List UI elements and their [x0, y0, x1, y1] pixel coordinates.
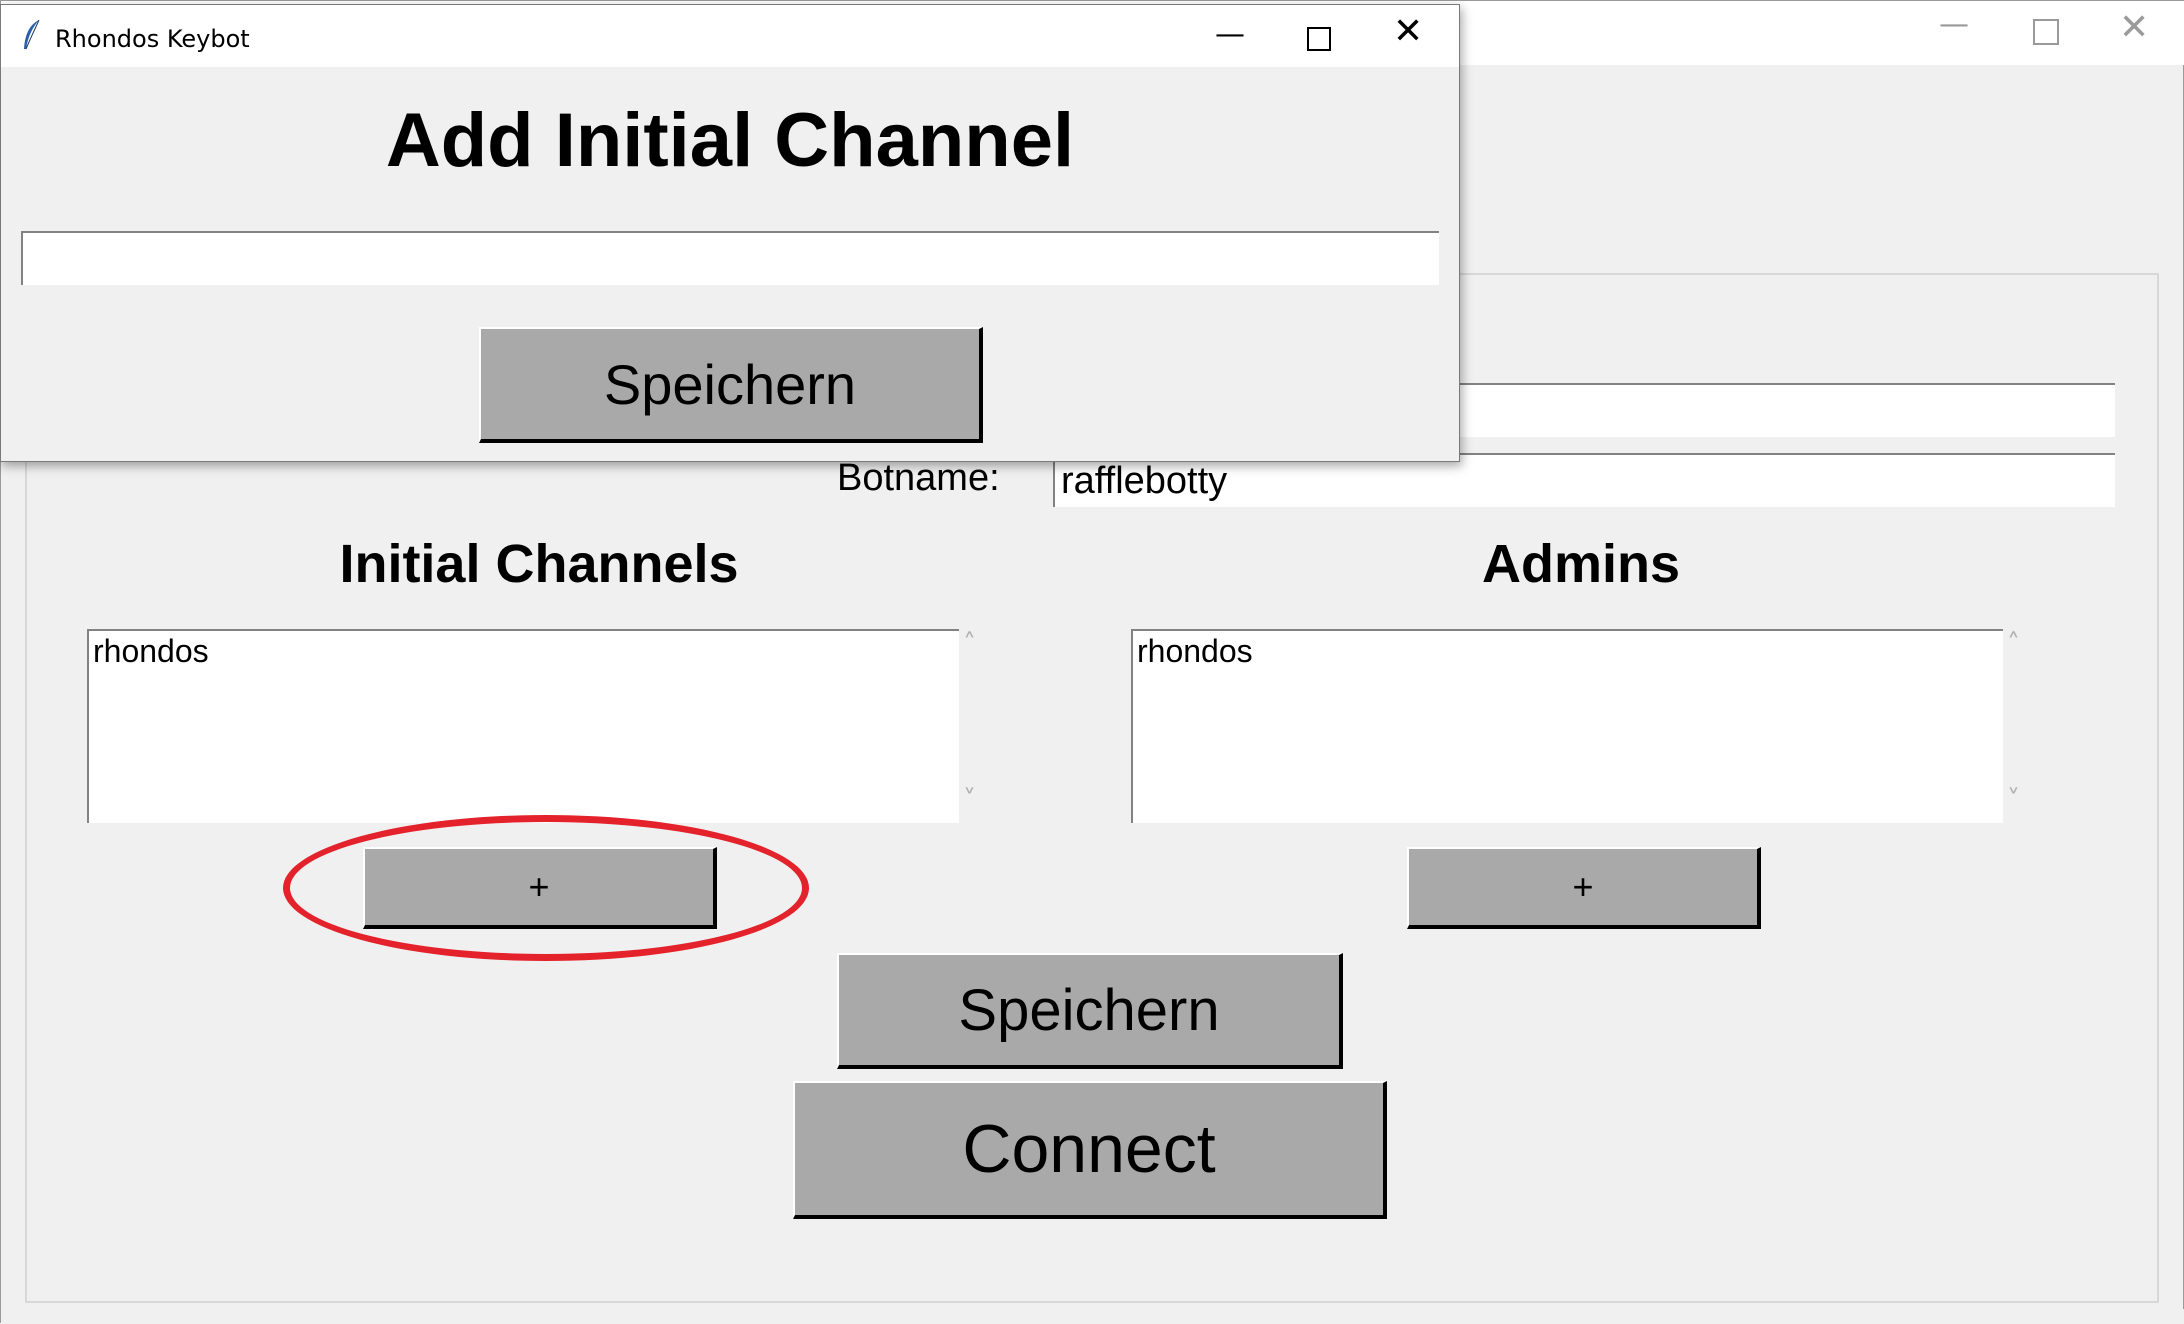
save-button[interactable]: Speichern: [837, 953, 1343, 1069]
main-maximize-button[interactable]: [2033, 19, 2059, 45]
scroll-up-icon[interactable]: ˄: [963, 629, 976, 659]
bottom-strip: [1, 1309, 2184, 1324]
dialog-close-button[interactable]: ✕: [1393, 11, 1423, 52]
initial-channels-heading: Initial Channels: [339, 534, 739, 594]
dialog-maximize-button[interactable]: [1307, 27, 1331, 51]
dialog-heading: Add Initial Channel: [385, 98, 1075, 183]
main-minimize-button[interactable]: —: [1939, 7, 1969, 42]
dialog-titlebar: Rhondos Keybot — ✕: [1, 5, 1459, 67]
list-item[interactable]: rhondos: [1137, 633, 1999, 670]
add-admin-button[interactable]: +: [1407, 847, 1761, 929]
feather-icon: [24, 19, 40, 50]
connect-button[interactable]: Connect: [793, 1081, 1387, 1219]
initial-channels-list[interactable]: rhondos: [87, 629, 959, 823]
scroll-down-icon[interactable]: ˅: [963, 785, 976, 815]
admins-list[interactable]: rhondos: [1131, 629, 2003, 823]
scroll-down-icon[interactable]: ˅: [2007, 785, 2020, 815]
main-close-button[interactable]: ✕: [2119, 7, 2149, 48]
channel-input[interactable]: [21, 231, 1439, 285]
admins-heading: Admins: [1481, 534, 1681, 594]
dialog-minimize-button[interactable]: —: [1215, 17, 1245, 52]
scroll-up-icon[interactable]: ˄: [2007, 629, 2020, 659]
dialog-title: Rhondos Keybot: [55, 25, 250, 53]
add-channel-dialog: Rhondos Keybot — ✕ Add Initial Channel S…: [0, 4, 1460, 462]
highlight-annotation-ring: [283, 815, 809, 961]
dialog-save-button[interactable]: Speichern: [479, 327, 983, 443]
botname-label: Botname:: [837, 457, 1000, 499]
list-item[interactable]: rhondos: [93, 633, 955, 670]
